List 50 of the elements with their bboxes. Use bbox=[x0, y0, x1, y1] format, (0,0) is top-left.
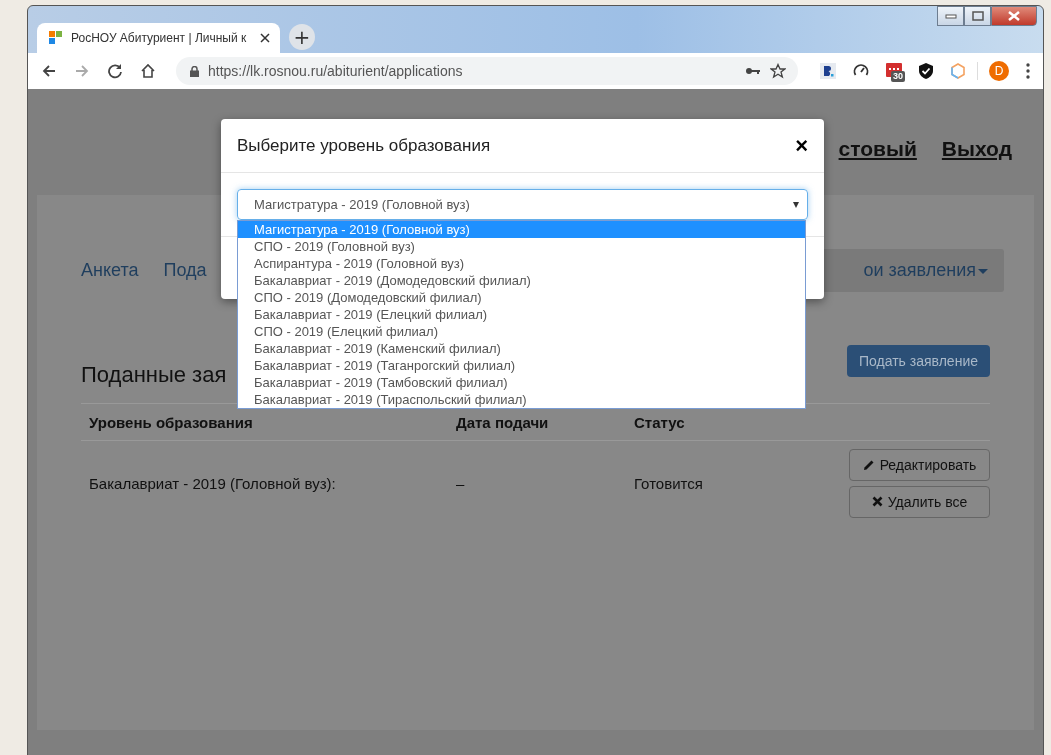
home-icon[interactable] bbox=[140, 63, 156, 79]
calendar-icon[interactable]: 30 bbox=[886, 63, 902, 79]
close-button[interactable] bbox=[991, 6, 1037, 26]
maximize-button[interactable] bbox=[964, 6, 991, 26]
pencil-icon bbox=[862, 458, 875, 471]
table-cell-text: Бакалавриат - 2019 (Головной вуз): bbox=[88, 474, 337, 492]
column-header: Уровень образования bbox=[88, 413, 254, 431]
dropdown-option[interactable]: Бакалавриат - 2019 (Домодедовский филиал) bbox=[238, 272, 805, 289]
minimize-icon bbox=[944, 13, 957, 19]
cross-icon bbox=[871, 496, 883, 507]
submit-button[interactable]: Подать заявление bbox=[847, 345, 990, 377]
dropdown-option[interactable]: Бакалавриат - 2019 (Елецкий филиал) bbox=[238, 306, 805, 323]
dropdown-option[interactable]: Бакалавриат - 2019 (Тамбовский филиал) bbox=[238, 374, 805, 391]
key-icon[interactable] bbox=[745, 66, 761, 76]
column-header: Дата подачи bbox=[455, 413, 550, 431]
dropdown-option[interactable]: СПО - 2019 (Домодедовский филиал) bbox=[238, 289, 805, 306]
close-icon[interactable] bbox=[260, 33, 270, 43]
edit-button[interactable]: Редактировать bbox=[849, 448, 990, 481]
section-heading: Поданные зая bbox=[81, 362, 227, 388]
dropdown-option[interactable]: Бакалавриат - 2019 (Каменский филиал) bbox=[238, 340, 805, 357]
dropdown-option[interactable]: СПО - 2019 (Головной вуз) bbox=[238, 238, 805, 255]
notification-badge: 30 bbox=[891, 71, 905, 82]
browser-tab[interactable]: РосНОУ Абитуриент | Личный к bbox=[37, 23, 280, 53]
address-bar[interactable]: https://lk.rosnou.ru/abiturient/applications bbox=[176, 57, 798, 85]
reload-icon[interactable] bbox=[107, 63, 123, 79]
dropdown-option[interactable]: Бакалавриат - 2019 (Тираспольский филиал) bbox=[238, 391, 805, 408]
header-link[interactable]: стовый bbox=[838, 137, 917, 161]
close-button[interactable]: × bbox=[795, 132, 808, 159]
url-text: https://lk.rosnou.ru/abiturient/applications bbox=[208, 63, 464, 79]
tab-title: РосНОУ Абитуриент | Личный к bbox=[71, 31, 248, 45]
minimize-button[interactable] bbox=[937, 6, 964, 26]
letter-b-icon[interactable] bbox=[820, 63, 836, 79]
delete-button[interactable]: Удалить все bbox=[849, 485, 990, 518]
dropdown-option[interactable]: СПО - 2019 (Елецкий филиал) bbox=[238, 323, 805, 340]
maximize-icon bbox=[971, 11, 984, 21]
new-tab-button[interactable]: + bbox=[289, 24, 315, 50]
menu-icon[interactable] bbox=[1026, 63, 1030, 79]
column-header: Статус bbox=[633, 413, 686, 431]
squares-icon bbox=[49, 31, 63, 45]
shield-icon[interactable] bbox=[919, 63, 933, 79]
dropdown-option[interactable]: Аспирантура - 2019 (Головной вуз) bbox=[238, 255, 805, 272]
table-cell-text: Готовится bbox=[633, 474, 704, 492]
table-cell-text: – bbox=[455, 474, 466, 492]
dropdown-option[interactable]: Бакалавриат - 2019 (Таганрогский филиал) bbox=[238, 357, 805, 374]
modal-title: Выберите уровень образования bbox=[237, 135, 491, 156]
star-icon[interactable] bbox=[770, 63, 786, 79]
header-link[interactable]: Выход bbox=[941, 137, 1012, 161]
lock-icon bbox=[190, 65, 199, 77]
close-icon bbox=[1007, 11, 1021, 21]
back-icon[interactable] bbox=[41, 63, 57, 79]
